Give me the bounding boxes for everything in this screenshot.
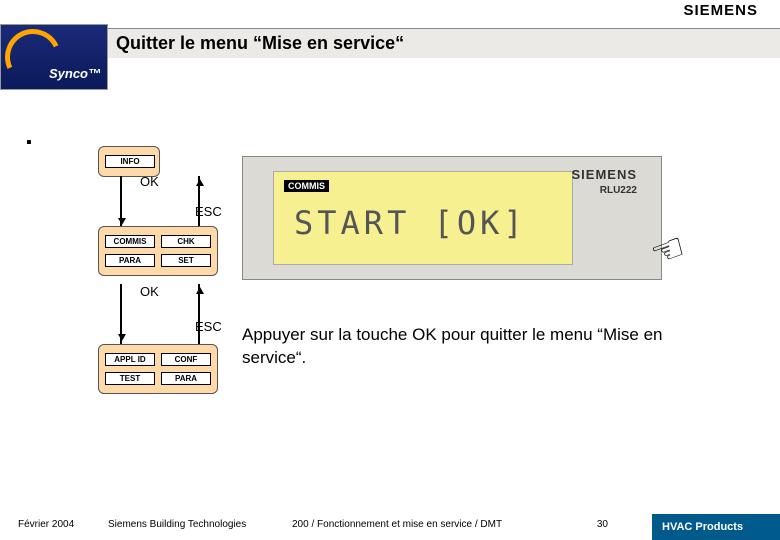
label-esc: ESC (195, 204, 222, 219)
device-panel: COMMIS START [OK] SIEMENS RLU222 ☜ (242, 156, 662, 280)
page-title: Quitter le menu “Mise en service“ (116, 33, 404, 54)
label-ok: OK (140, 284, 159, 299)
btn-para: PARA (105, 254, 155, 267)
device-display: START [OK] (294, 204, 527, 242)
arrow-up-icon (198, 284, 200, 344)
label-ok: OK (140, 174, 159, 189)
instruction-text: Appuyer sur la touche OK pour quitter le… (242, 324, 672, 370)
menu-level-1: INFO (98, 146, 160, 177)
device-mode-badge: COMMIS (284, 180, 329, 192)
synco-logo: Synco™ (0, 24, 108, 90)
btn-set: SET (161, 254, 211, 267)
brand-logo: SIEMENS (683, 2, 758, 19)
footer-path: 200 / Fonctionnement et mise en service … (292, 519, 502, 530)
menu-level-2: COMMIS CHK PARA SET (98, 226, 218, 276)
hand-pointer-icon: ☜ (644, 224, 691, 278)
btn-test: TEST (105, 372, 155, 385)
footer-company: Siemens Building Technologies (108, 519, 246, 530)
label-esc: ESC (195, 319, 222, 334)
btn-info: INFO (105, 155, 155, 168)
synco-label: Synco™ (49, 66, 101, 81)
arrow-down-icon (120, 176, 122, 228)
device-model: RLU222 (600, 185, 637, 196)
btn-conf: CONF (161, 353, 211, 366)
title-bar: Quitter le menu “Mise en service“ (108, 28, 780, 58)
arrow-down-icon (120, 284, 122, 344)
device-brand: SIEMENS (571, 167, 637, 182)
menu-level-3: APPL ID CONF TEST PARA (98, 344, 218, 394)
btn-chk: CHK (161, 235, 211, 248)
footer-date: Février 2004 (18, 519, 74, 530)
footer: Février 2004 Siemens Building Technologi… (0, 512, 780, 540)
btn-appl-id: APPL ID (105, 353, 155, 366)
bullet: ▪ (26, 134, 32, 152)
footer-page: 30 (597, 519, 608, 530)
footer-product: HVAC Products (652, 514, 780, 540)
btn-commis: COMMIS (105, 235, 155, 248)
btn-para: PARA (161, 372, 211, 385)
arrow-up-icon (198, 176, 200, 228)
